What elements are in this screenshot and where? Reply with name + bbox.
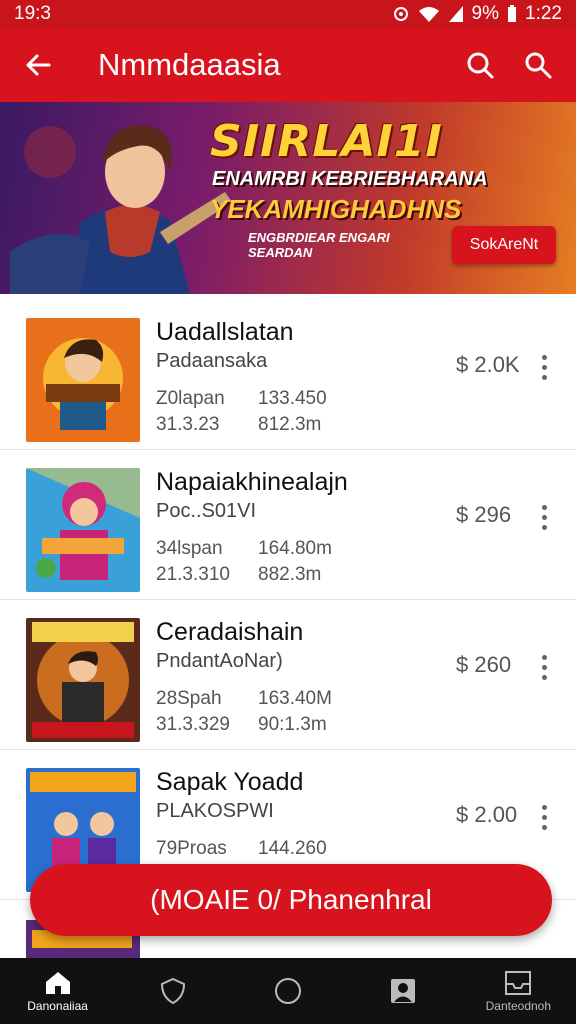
game-meta-right: 163.40M 90:1.3m — [258, 686, 332, 738]
wifi-icon — [418, 7, 439, 22]
promo-banner[interactable]: SIIRLAI1I ENAMRBI KEBRIEBHARANA YEKAMHIG… — [0, 102, 576, 294]
circle-icon — [274, 978, 301, 1004]
more-menu-icon[interactable] — [534, 502, 554, 532]
game-subtitle: PLAKOSPWI — [156, 800, 274, 822]
meta-value: 79Proas — [156, 838, 227, 859]
nav-label: Danonaiiaa — [27, 998, 88, 1013]
meta-value: 90:1.3m — [258, 714, 327, 735]
search-button[interactable] — [458, 43, 502, 87]
more-menu-icon[interactable] — [534, 352, 554, 382]
hero-illustration — [10, 125, 232, 294]
meta-value: 882.3m — [258, 564, 322, 585]
meta-value: 144.260 — [258, 838, 327, 859]
game-meta-left: Z0lapan 31.3.23 — [156, 386, 225, 438]
inbox-icon — [505, 970, 532, 995]
primary-action-button[interactable]: (MOAIE 0/ Phanenhral — [30, 864, 552, 936]
game-title: Sapak Yoadd — [156, 768, 304, 796]
meta-value: 21.3.310 — [156, 564, 230, 585]
app-bar: Nmmdaaasia — [0, 28, 576, 102]
battery-icon — [508, 5, 517, 22]
meta-value: 31.3.329 — [156, 714, 230, 735]
meta-value: 812.3m — [258, 414, 322, 435]
banner-cta-button[interactable]: SokAreNt — [452, 226, 556, 264]
game-list: Uadallslatan Padaansaka Z0lapan 31.3.23 1… — [0, 300, 576, 900]
game-meta-right: 164.80m 882.3m — [258, 536, 332, 588]
nav-center[interactable] — [238, 958, 338, 1024]
game-price: $ 2.0K — [456, 352, 520, 377]
meta-value: 164.80m — [258, 538, 332, 559]
settings-icon — [393, 7, 408, 21]
page-title: Nmmdaaasia — [98, 47, 281, 82]
status-bar: 19:3 9% 1:22 — [0, 0, 576, 28]
bottom-nav: Danonaiiaa Danteodnoh — [0, 958, 576, 1024]
profile-icon — [391, 979, 416, 1003]
arrow-left-icon — [26, 54, 51, 76]
status-time-left: 19:3 — [14, 3, 51, 24]
search-button-secondary[interactable] — [516, 43, 560, 87]
meta-value: Z0lapan — [156, 388, 225, 409]
back-button[interactable] — [16, 43, 60, 87]
status-time-right: 1:22 — [525, 3, 562, 24]
game-thumbnail — [26, 618, 140, 742]
nav-home[interactable]: Danonaiiaa — [8, 958, 108, 1024]
meta-value: 28Spah — [156, 688, 222, 709]
more-menu-icon[interactable] — [534, 652, 554, 682]
game-price: $ 296 — [456, 502, 512, 527]
game-thumbnail — [26, 468, 140, 592]
game-meta-left: 28Spah 31.3.329 — [156, 686, 230, 738]
nav-profile[interactable] — [353, 958, 453, 1024]
search-icon — [525, 52, 552, 79]
banner-subheadline: ENAMRBI KEBRIEBHARANA — [212, 168, 488, 190]
signal-icon — [448, 6, 463, 22]
more-menu-icon[interactable] — [534, 802, 554, 832]
game-subtitle: PndantAoNar) — [156, 650, 283, 672]
game-meta-right: 144.260 — [258, 836, 327, 862]
game-meta-right: 133.450 812.3m — [258, 386, 327, 438]
nav-shield[interactable] — [123, 958, 223, 1024]
nav-inbox[interactable]: Danteodnoh — [468, 958, 568, 1024]
game-title: Uadallslatan — [156, 318, 294, 346]
shield-icon — [160, 977, 185, 1005]
banner-headline: SIIRLAI1I — [210, 116, 443, 167]
home-icon — [45, 971, 70, 994]
game-title: Napaiakhinealajn — [156, 468, 348, 496]
battery-percent: 9% — [471, 3, 500, 24]
banner-tagline: YEKAMHIGHADHNS — [210, 194, 462, 224]
status-icons: 9% 1:22 — [392, 3, 562, 25]
list-item[interactable]: Ceradaishain PndantAoNar) 28Spah 31.3.329… — [0, 600, 576, 750]
list-item[interactable]: Napaiakhinealajn Poc..S01VI 34lspan 21.3.… — [0, 450, 576, 600]
list-item[interactable]: Uadallslatan Padaansaka Z0lapan 31.3.23 1… — [0, 300, 576, 450]
search-icon — [467, 52, 494, 79]
game-price: $ 2.00 — [456, 802, 518, 827]
meta-value: 31.3.23 — [156, 414, 220, 435]
nav-label: Danteodnoh — [485, 998, 552, 1013]
meta-value: 34lspan — [156, 538, 223, 559]
meta-value: 133.450 — [258, 388, 327, 409]
meta-value: 163.40M — [258, 688, 332, 709]
game-meta-left: 79Proas — [156, 836, 227, 862]
game-meta-left: 34lspan 21.3.310 — [156, 536, 230, 588]
game-subtitle: Poc..S01VI — [156, 500, 257, 522]
game-price: $ 260 — [456, 652, 512, 677]
game-title: Ceradaishain — [156, 618, 304, 646]
banner-caption: ENGBRDIEAR ENGARI SEARDAN — [248, 230, 390, 260]
game-subtitle: Padaansaka — [156, 350, 268, 372]
game-thumbnail — [26, 318, 140, 442]
